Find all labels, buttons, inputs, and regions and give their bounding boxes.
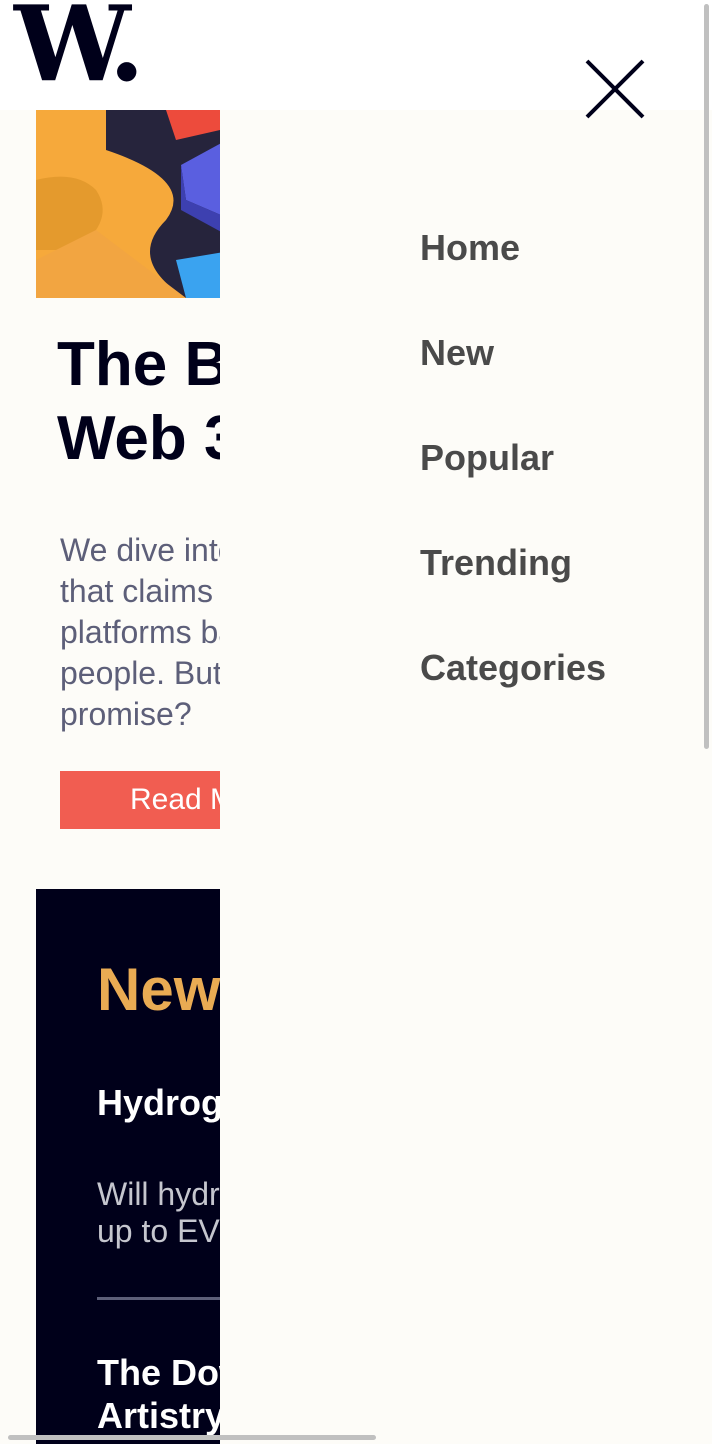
nav-drawer: Home New Popular Trending Categories [220,110,712,1444]
close-menu-button[interactable] [584,58,646,120]
vertical-scrollbar[interactable] [704,4,709,749]
close-icon [585,59,645,119]
site-header: W. [0,0,712,119]
menu-item-categories[interactable]: Categories [420,646,606,751]
menu-item-new[interactable]: New [420,331,606,436]
horizontal-scrollbar[interactable] [8,1435,376,1440]
menu-item-trending[interactable]: Trending [420,541,606,646]
site-logo[interactable]: W. [14,0,145,96]
nav-menu: Home New Popular Trending Categories [420,226,606,751]
menu-item-popular[interactable]: Popular [420,436,606,541]
menu-item-home[interactable]: Home [420,226,606,331]
new-section-heading: New [97,956,221,1023]
